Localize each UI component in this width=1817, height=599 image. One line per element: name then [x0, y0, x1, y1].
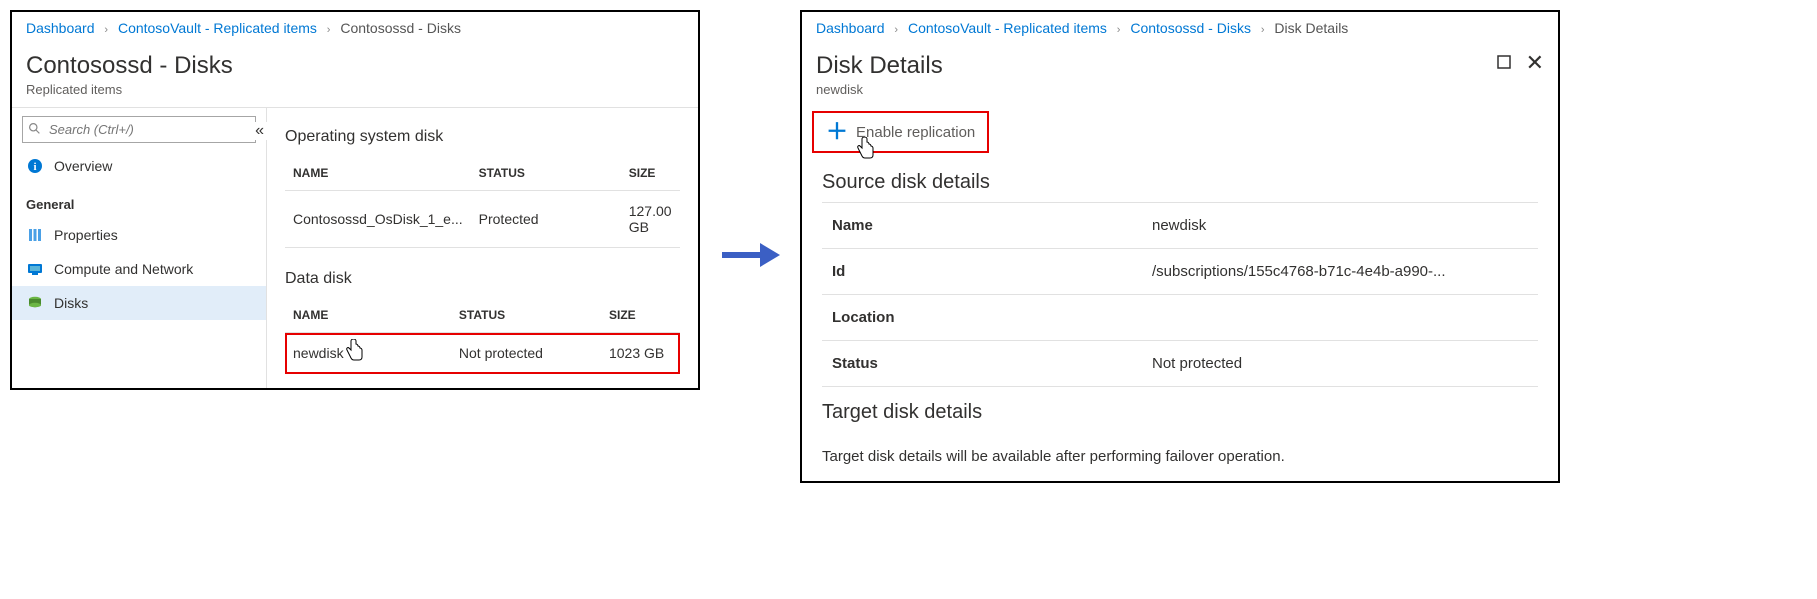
kv-val: /subscriptions/155c4768-b71c-4e4b-a990-.…	[1142, 249, 1538, 294]
col-name: NAME	[285, 156, 471, 191]
col-name: NAME	[285, 298, 451, 333]
info-icon: i	[26, 157, 44, 175]
cell-name: Contosossd_OsDisk_1_e...	[285, 191, 471, 248]
breadcrumb-current: Contosossd - Disks	[340, 20, 461, 36]
breadcrumb-dashboard[interactable]: Dashboard	[816, 20, 885, 36]
kv-row-location: Location	[822, 295, 1538, 341]
cell-size: 1023 GB	[601, 333, 680, 374]
source-kv-table: Name newdisk Id /subscriptions/155c4768-…	[822, 202, 1538, 387]
sidebar-group-general: General	[12, 183, 266, 218]
compute-icon	[26, 260, 44, 278]
sidebar-item-label: Disks	[54, 295, 88, 311]
breadcrumb-vault[interactable]: ContosoVault - Replicated items	[908, 20, 1107, 36]
cursor-hand-icon	[345, 339, 365, 363]
disks-icon	[26, 294, 44, 312]
chevron-right-icon: ›	[327, 24, 331, 36]
os-disk-table: NAME STATUS SIZE Contosossd_OsDisk_1_e..…	[285, 156, 680, 248]
properties-icon	[26, 226, 44, 244]
cell-size: 127.00 GB	[621, 191, 680, 248]
breadcrumb-vault[interactable]: ContosoVault - Replicated items	[118, 20, 317, 36]
table-row-newdisk[interactable]: newdisk Not protected 1023 GB	[285, 333, 680, 374]
page-header: Disk Details newdisk ✕	[802, 44, 1558, 107]
page-subtitle: Replicated items	[26, 82, 233, 97]
breadcrumb: Dashboard › ContosoVault - Replicated it…	[12, 12, 698, 44]
page-subtitle: newdisk	[816, 82, 943, 97]
breadcrumb-dashboard[interactable]: Dashboard	[26, 20, 95, 36]
disk-details-blade: Dashboard › ContosoVault - Replicated it…	[800, 10, 1560, 483]
search-icon	[28, 122, 41, 138]
breadcrumb-disks[interactable]: Contosossd - Disks	[1130, 20, 1251, 36]
col-size: SIZE	[601, 298, 680, 333]
command-bar: ＋ Enable replication	[802, 107, 1558, 157]
sidebar: « i Overview General Properties Compute …	[12, 108, 267, 388]
sidebar-item-label: Overview	[54, 158, 112, 174]
kv-row-name: Name newdisk	[822, 203, 1538, 249]
kv-key: Id	[822, 249, 1142, 294]
enable-replication-button[interactable]: ＋ Enable replication	[816, 115, 985, 149]
os-disk-heading: Operating system disk	[285, 128, 680, 146]
kv-key: Location	[822, 295, 1142, 340]
svg-text:i: i	[33, 161, 36, 173]
cell-status: Not protected	[451, 333, 601, 374]
sidebar-item-properties[interactable]: Properties	[12, 218, 266, 252]
kv-val: Not protected	[1142, 341, 1538, 386]
breadcrumb-current: Disk Details	[1274, 20, 1348, 36]
data-disk-heading: Data disk	[285, 270, 680, 288]
target-disk-heading: Target disk details	[802, 387, 1558, 432]
sidebar-item-overview[interactable]: i Overview	[12, 149, 266, 183]
breadcrumb: Dashboard › ContosoVault - Replicated it…	[802, 12, 1558, 44]
disks-blade: Dashboard › ContosoVault - Replicated it…	[10, 10, 700, 390]
col-size: SIZE	[621, 156, 680, 191]
table-row[interactable]: Contosossd_OsDisk_1_e... Protected 127.0…	[285, 191, 680, 248]
sidebar-item-compute[interactable]: Compute and Network	[12, 252, 266, 286]
cell-status: Protected	[471, 191, 621, 248]
sidebar-item-label: Compute and Network	[54, 261, 193, 277]
col-status: STATUS	[471, 156, 621, 191]
page-title: Disk Details	[816, 52, 943, 80]
chevron-right-icon: ›	[1261, 24, 1265, 36]
sidebar-item-disks[interactable]: Disks	[12, 286, 266, 320]
kv-key: Name	[822, 203, 1142, 248]
cell-name: newdisk	[285, 333, 451, 374]
kv-row-id: Id /subscriptions/155c4768-b71c-4e4b-a99…	[822, 249, 1538, 295]
target-disk-message: Target disk details will be available af…	[802, 432, 1558, 481]
kv-val	[1142, 295, 1538, 340]
plus-icon: ＋	[826, 121, 848, 143]
flow-arrow	[720, 10, 780, 340]
chevron-right-icon: ›	[1117, 24, 1121, 36]
page-header: Contosossd - Disks Replicated items	[12, 44, 698, 107]
chevron-right-icon: ›	[894, 24, 898, 36]
chevron-right-icon: ›	[104, 24, 108, 36]
collapse-sidebar-icon[interactable]: «	[251, 122, 268, 140]
data-disk-table: NAME STATUS SIZE newdisk Not protecte	[285, 298, 680, 374]
kv-row-status: Status Not protected	[822, 341, 1538, 387]
close-icon[interactable]: ✕	[1526, 52, 1544, 74]
kv-val: newdisk	[1142, 203, 1538, 248]
kv-key: Status	[822, 341, 1142, 386]
cursor-hand-icon	[856, 137, 876, 161]
page-title: Contosossd - Disks	[26, 52, 233, 80]
restore-window-icon[interactable]	[1496, 54, 1512, 73]
sidebar-item-label: Properties	[54, 227, 118, 243]
col-status: STATUS	[451, 298, 601, 333]
disks-content: Operating system disk NAME STATUS SIZE C…	[267, 108, 698, 388]
search-input[interactable]	[22, 116, 256, 143]
source-disk-heading: Source disk details	[802, 157, 1558, 202]
arrow-right-icon	[720, 240, 780, 270]
